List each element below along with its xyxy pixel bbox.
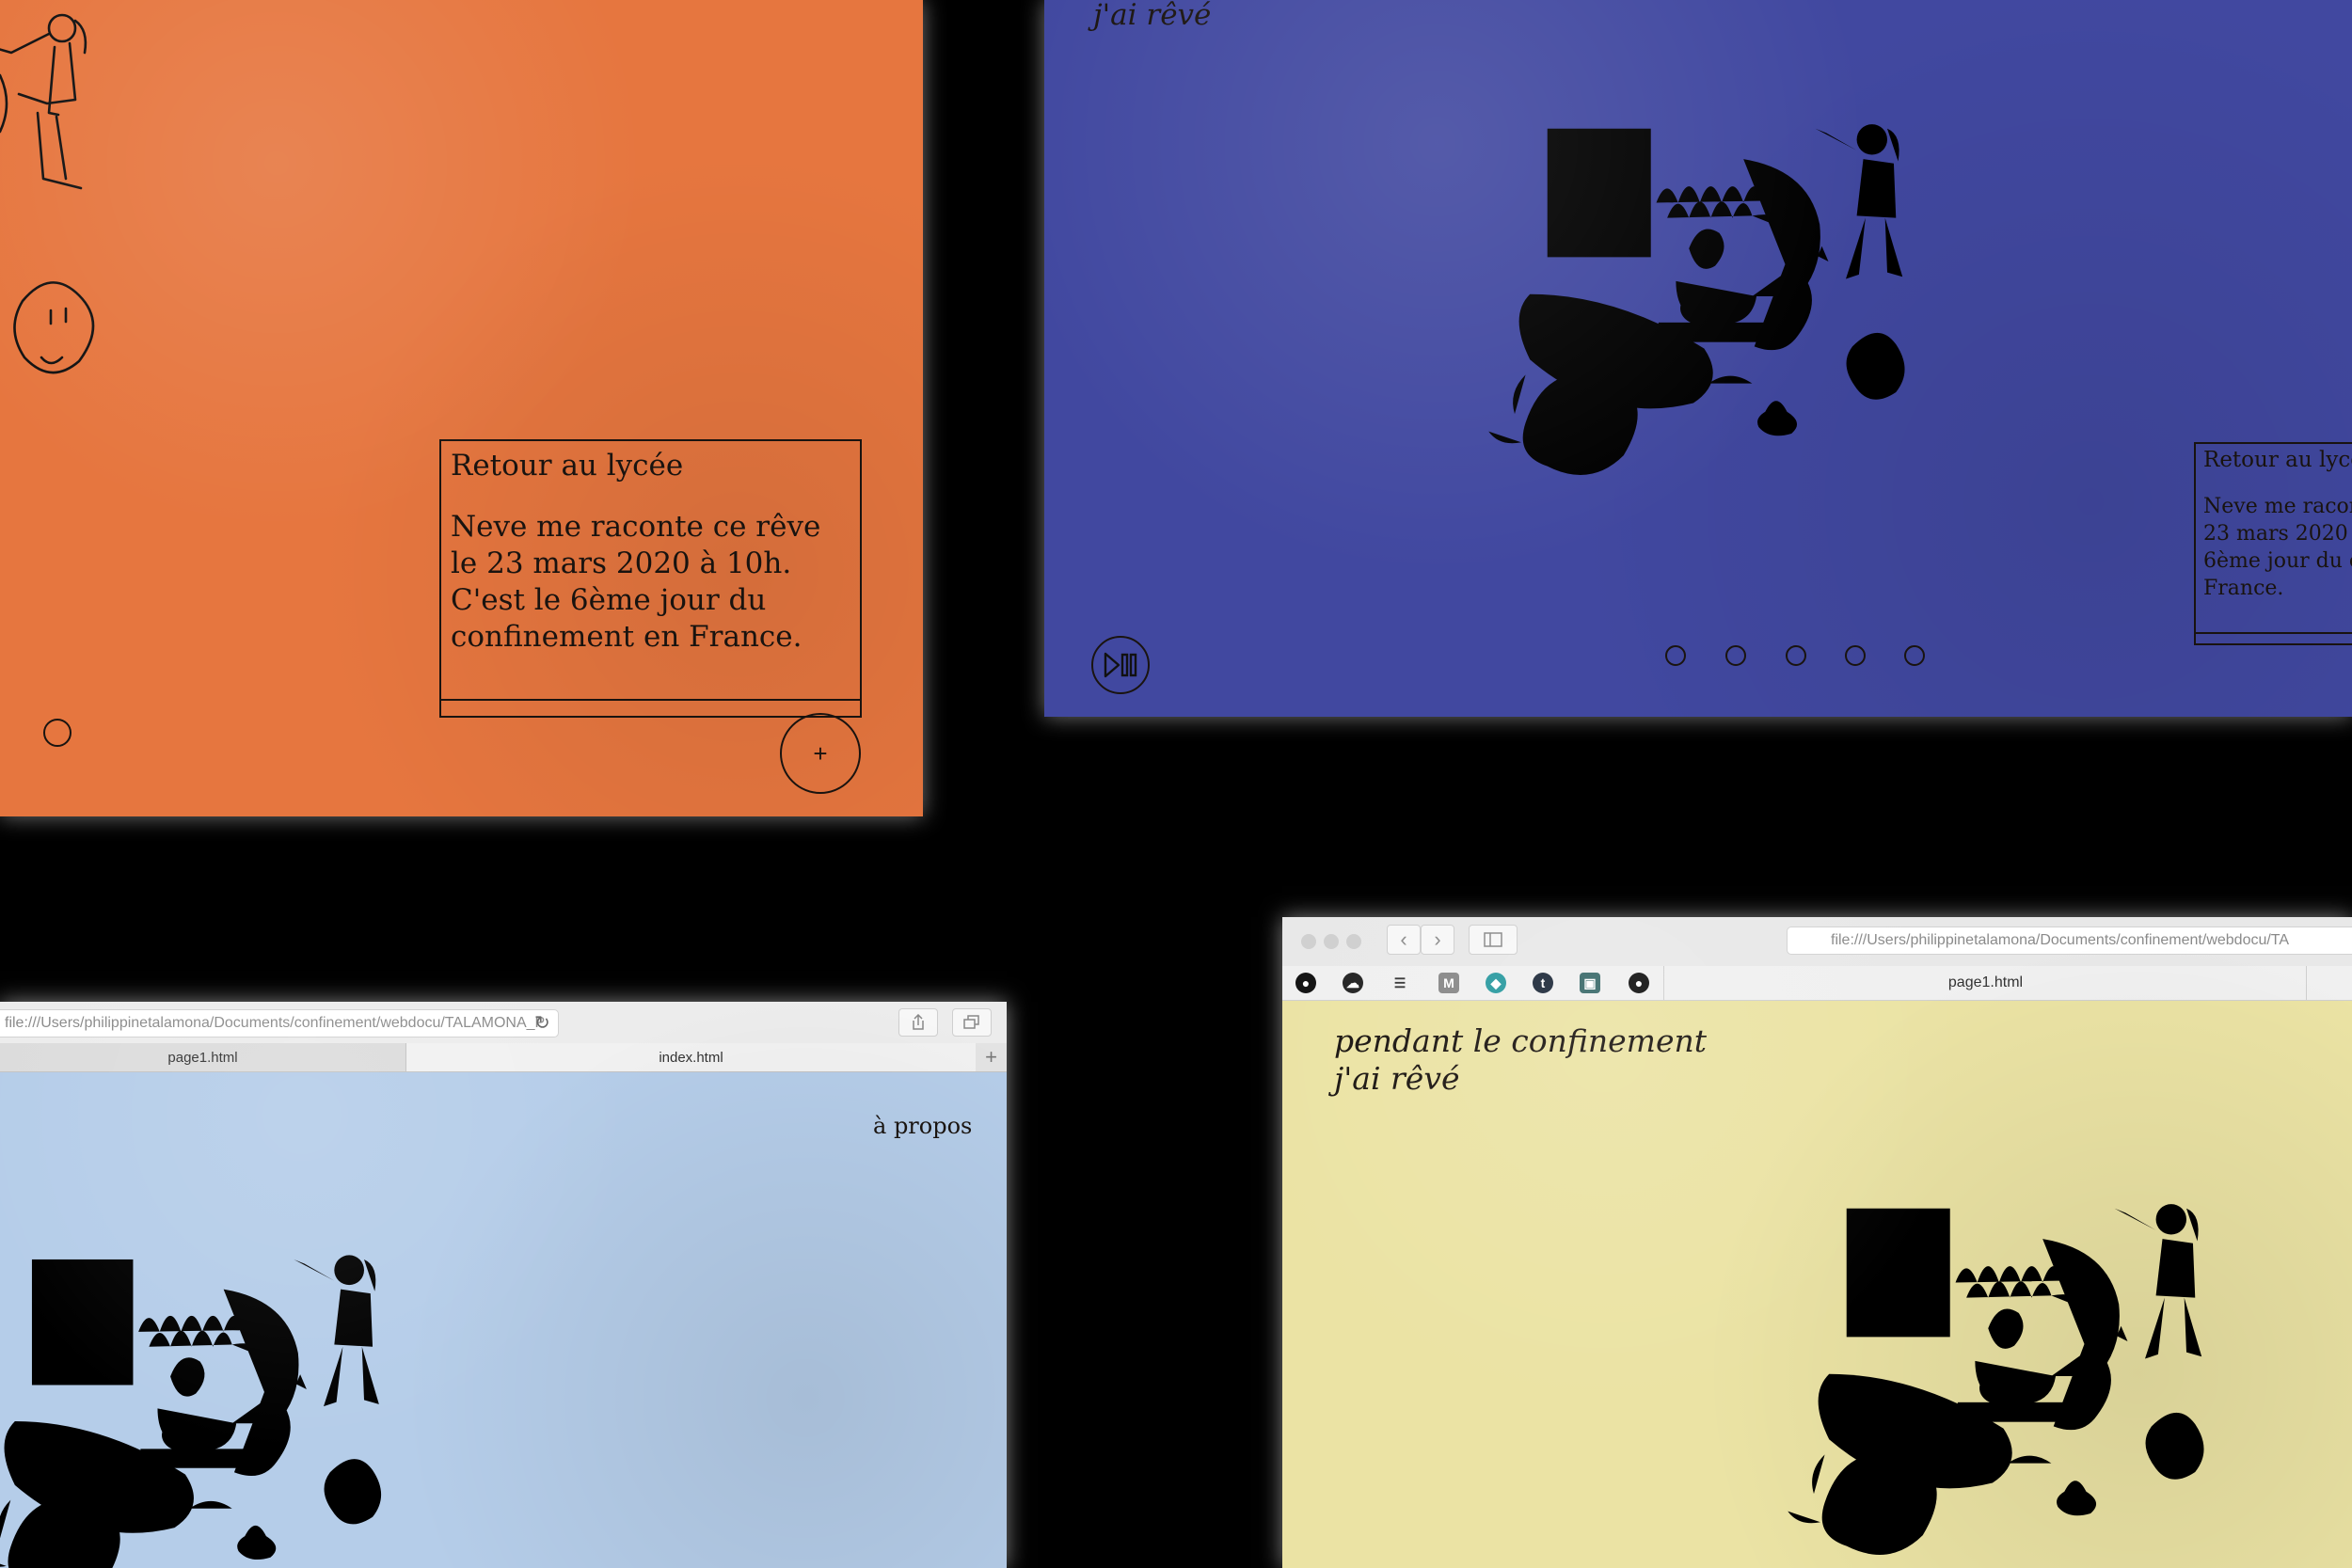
dream-illustration <box>0 1231 382 1568</box>
page-dot-4[interactable] <box>1845 645 1866 666</box>
page-dot-5[interactable] <box>1904 645 1925 666</box>
info-card-title: Retour au lycée <box>2203 448 2352 472</box>
sidebar-toggle-button[interactable] <box>1469 925 1518 955</box>
cloud-icon[interactable]: ☁ <box>1343 973 1363 993</box>
page-dot-3[interactable] <box>1786 645 1806 666</box>
blob-face-illustration <box>13 281 95 374</box>
info-card-divider <box>441 699 860 701</box>
address-bar-url: file:///Users/philippinetalamona/Documen… <box>5 1015 546 1031</box>
tab-page1[interactable]: page1.html <box>1664 966 2307 1000</box>
list-icon[interactable]: ☰ <box>1390 973 1410 993</box>
yellow-browser-window: ‹ › file:///Users/philippinetalamona/Doc… <box>1282 917 2352 1568</box>
drive-icon[interactable]: ◆ <box>1486 973 1506 993</box>
image-icon[interactable]: ▣ <box>1580 973 1600 993</box>
share-button[interactable] <box>898 1008 938 1037</box>
close-window-dot[interactable] <box>1301 934 1316 949</box>
info-card: Retour au lycée Neve me raconte ce rêve … <box>439 439 862 718</box>
bookmarks-bar: ● ☁ ☰ M ◆ t ▣ ● page1.html <box>1282 966 2352 1001</box>
tabs-overview-button[interactable] <box>952 1008 992 1037</box>
tab-page1[interactable]: page1.html <box>0 1043 406 1071</box>
chevron-right-icon: › <box>1434 927 1441 951</box>
bookmark-t[interactable]: t <box>1533 973 1553 993</box>
info-card-line-1: Neve me raconte <box>2203 495 2352 518</box>
standing-figure-illustration <box>0 13 87 190</box>
info-card-body: Neve me raconte ce rêve le 23 mars 2020 … <box>451 510 821 654</box>
reload-icon[interactable]: ↻ <box>534 1011 550 1035</box>
page-dot-2[interactable] <box>1725 645 1746 666</box>
address-bar[interactable]: file:///Users/philippinetalamona/Documen… <box>1787 927 2352 955</box>
tabs-divider <box>2306 966 2307 1000</box>
share-icon <box>913 1014 924 1030</box>
orange-screen: Retour au lycée Neve me raconte ce rêve … <box>0 0 923 816</box>
github-icon[interactable]: ● <box>1629 973 1649 993</box>
lightblue-browser-window: file:///Users/philippinetalamona/Documen… <box>0 1002 1007 1568</box>
tab-label: page1.html <box>167 1049 238 1066</box>
address-bar[interactable]: file:///Users/philippinetalamona/Documen… <box>0 1009 559 1037</box>
zoom-window-dot[interactable] <box>1346 934 1361 949</box>
tab-bar: page1.html index.html + <box>0 1043 1007 1072</box>
dream-illustration <box>1488 100 1905 491</box>
page-title-line-1: pendant le confinement <box>1334 1022 1708 1059</box>
minimize-window-dot[interactable] <box>1324 934 1339 949</box>
blue-screen: j'ai rêvé Retour au lycée Neve me racont… <box>1044 0 2352 717</box>
tab-index[interactable]: index.html <box>406 1043 976 1071</box>
github-icon[interactable]: ● <box>1295 973 1316 993</box>
indicator-dot[interactable] <box>43 719 72 747</box>
plus-icon: + <box>813 738 828 768</box>
tab-label: index.html <box>659 1049 723 1066</box>
forward-button[interactable]: › <box>1421 925 1454 955</box>
play-pause-button[interactable] <box>1091 636 1150 694</box>
sidebar-icon <box>1484 932 1502 947</box>
play-pause-icon <box>1104 652 1137 678</box>
info-card: Retour au lycée Neve me raconte 23 mars … <box>2194 442 2352 645</box>
about-link[interactable]: à propos <box>873 1113 972 1139</box>
browser-toolbar: file:///Users/philippinetalamona/Documen… <box>0 1002 1007 1044</box>
info-card-title: Retour au lycée <box>451 449 684 483</box>
page-dot-1[interactable] <box>1665 645 1686 666</box>
new-tab-button[interactable]: + <box>976 1043 1007 1071</box>
info-card-divider <box>2196 632 2352 634</box>
dream-illustration <box>1788 1180 2204 1568</box>
page-title: j'ai rêvé <box>1093 0 1212 32</box>
back-button[interactable]: ‹ <box>1387 925 1421 955</box>
bookmark-m[interactable]: M <box>1438 973 1459 993</box>
tabs-icon <box>963 1015 979 1029</box>
info-card-line-2: 23 mars 2020 à <box>2203 522 2352 546</box>
plus-button[interactable]: + <box>780 713 861 794</box>
info-card-line-3: 6ème jour du co <box>2203 549 2352 573</box>
browser-toolbar: ‹ › file:///Users/philippinetalamona/Doc… <box>1282 917 2352 967</box>
address-bar-url: file:///Users/philippinetalamona/Documen… <box>1831 932 2290 948</box>
info-card-line-4: France. <box>2203 577 2284 600</box>
tab-label: page1.html <box>1947 974 2024 990</box>
chevron-left-icon: ‹ <box>1400 927 1407 951</box>
page-title-line-2: j'ai rêvé <box>1334 1060 1460 1097</box>
